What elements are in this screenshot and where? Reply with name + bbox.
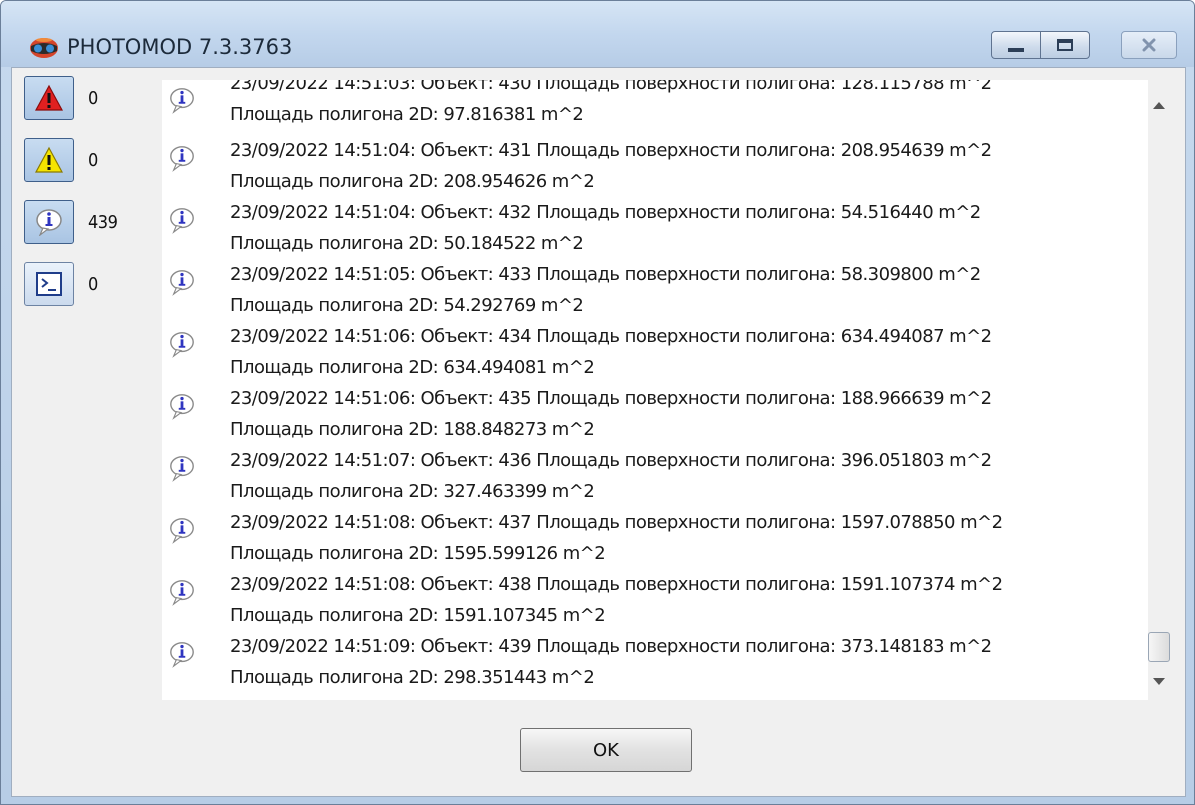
maximize-button[interactable] <box>1040 31 1090 59</box>
log-line: Площадь полигона 2D: 208.954626 m^2 <box>230 171 595 192</box>
log-entry: 23/09/2022 14:51:04: Объект: 431 Площадь… <box>162 140 1132 204</box>
log-line: Площадь полигона 2D: 1595.599126 m^2 <box>230 543 606 564</box>
dialog-body: 0 0 439 0 23/09/2022 14:51:03: Объект: 4… <box>11 67 1186 797</box>
log-entry: 23/09/2022 14:51:04: Объект: 432 Площадь… <box>162 202 1132 266</box>
error-filter-button[interactable] <box>24 76 74 120</box>
maximize-icon <box>1057 39 1073 51</box>
log-line: Площадь полигона 2D: 298.351443 m^2 <box>230 667 595 688</box>
log-line: Площадь полигона 2D: 1591.107345 m^2 <box>230 605 606 626</box>
log-entry: 23/09/2022 14:51:06: Объект: 434 Площадь… <box>162 326 1132 390</box>
minimize-icon <box>1008 48 1024 52</box>
log-line: Площадь полигона 2D: 54.292769 m^2 <box>230 295 584 316</box>
photomod-logo-icon <box>30 38 58 58</box>
close-button[interactable] <box>1121 31 1177 59</box>
warning-triangle-icon <box>34 146 64 173</box>
photomod-dialog-window: PHOTOMOD 7.3.3763 0 0 439 0 23/09/2022 1… <box>0 0 1195 805</box>
info-bubble-icon <box>170 580 194 606</box>
log-entry: 23/09/2022 14:51:05: Объект: 433 Площадь… <box>162 264 1132 328</box>
scroll-down-arrow-icon[interactable] <box>1153 678 1165 685</box>
console-count: 0 <box>88 274 98 295</box>
log-line: 23/09/2022 14:51:09: Объект: 439 Площадь… <box>230 636 992 657</box>
message-log[interactable]: 23/09/2022 14:51:03: Объект: 430 Площадь… <box>162 80 1170 700</box>
window-title: PHOTOMOD 7.3.3763 <box>67 35 293 59</box>
scroll-up-arrow-icon[interactable] <box>1153 102 1165 109</box>
info-bubble-icon <box>170 146 194 172</box>
log-entry: 23/09/2022 14:51:03: Объект: 430 Площадь… <box>162 80 1132 146</box>
log-line: 23/09/2022 14:51:07: Объект: 436 Площадь… <box>230 450 992 471</box>
log-entry: 23/09/2022 14:51:08: Объект: 438 Площадь… <box>162 574 1132 638</box>
log-scrollbar[interactable] <box>1148 80 1170 700</box>
log-entry: 23/09/2022 14:51:06: Объект: 435 Площадь… <box>162 388 1132 452</box>
warning-filter-button[interactable] <box>24 138 74 182</box>
minimize-button[interactable] <box>991 31 1041 59</box>
log-line: 23/09/2022 14:51:08: Объект: 438 Площадь… <box>230 574 1003 595</box>
log-line: 23/09/2022 14:51:05: Объект: 433 Площадь… <box>230 264 981 285</box>
log-line: 23/09/2022 14:51:06: Объект: 435 Площадь… <box>230 388 992 409</box>
ok-button[interactable]: OK <box>520 728 692 772</box>
log-line: Площадь полигона 2D: 50.184522 m^2 <box>230 233 584 254</box>
scroll-thumb[interactable] <box>1148 632 1170 662</box>
log-line: 23/09/2022 14:51:03: Объект: 430 Площадь… <box>230 80 992 94</box>
log-line: 23/09/2022 14:51:06: Объект: 434 Площадь… <box>230 326 992 347</box>
close-icon <box>1142 38 1156 52</box>
log-entry: 23/09/2022 14:51:07: Объект: 436 Площадь… <box>162 450 1132 514</box>
info-bubble-icon <box>170 456 194 482</box>
log-line: 23/09/2022 14:51:04: Объект: 432 Площадь… <box>230 202 981 223</box>
log-entry: 23/09/2022 14:51:08: Объект: 437 Площадь… <box>162 512 1132 576</box>
log-entry: 23/09/2022 14:51:09: Объект: 439 Площадь… <box>162 636 1132 700</box>
info-bubble-icon <box>170 332 194 358</box>
log-line: Площадь полигона 2D: 188.848273 m^2 <box>230 419 595 440</box>
info-bubble-icon <box>170 270 194 296</box>
log-line: Площадь полигона 2D: 327.463399 m^2 <box>230 481 595 502</box>
info-filter-button[interactable] <box>24 200 74 244</box>
info-count: 439 <box>88 212 118 233</box>
info-bubble-icon <box>170 208 194 234</box>
console-prompt-icon <box>36 272 62 296</box>
error-count: 0 <box>88 88 98 109</box>
info-bubble-icon <box>170 518 194 544</box>
title-bar[interactable]: PHOTOMOD 7.3.3763 <box>1 1 1194 67</box>
log-line: Площадь полигона 2D: 634.494081 m^2 <box>230 357 595 378</box>
log-line: 23/09/2022 14:51:08: Объект: 437 Площадь… <box>230 512 1003 533</box>
info-bubble-icon <box>36 209 62 236</box>
warning-count: 0 <box>88 150 98 171</box>
info-bubble-icon <box>170 642 194 668</box>
console-filter-button[interactable] <box>24 262 74 306</box>
log-line: Площадь полигона 2D: 97.816381 m^2 <box>230 104 584 125</box>
info-bubble-icon <box>170 394 194 420</box>
error-triangle-icon <box>34 84 64 111</box>
log-line: 23/09/2022 14:51:04: Объект: 431 Площадь… <box>230 140 992 161</box>
info-bubble-icon <box>170 88 194 114</box>
